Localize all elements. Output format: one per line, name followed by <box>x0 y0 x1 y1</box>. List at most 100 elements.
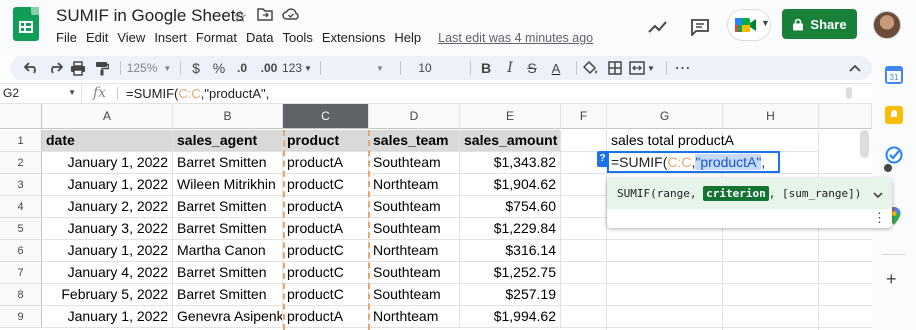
menu-help[interactable]: Help <box>394 30 426 48</box>
bold-icon[interactable]: B <box>476 56 496 80</box>
more-options-icon[interactable]: ⋯ <box>672 56 694 80</box>
sheets-logo-icon[interactable] <box>13 7 39 41</box>
merge-cells-icon[interactable]: ▼ <box>627 56 657 80</box>
table-cell[interactable]: Barret Smitten <box>173 284 283 306</box>
row-header-1[interactable]: 1 <box>0 130 42 152</box>
avatar[interactable] <box>873 11 901 39</box>
table-cell[interactable]: productC <box>283 174 369 196</box>
percent-format-button[interactable]: % <box>209 56 229 80</box>
menu-insert[interactable]: Insert <box>154 30 192 48</box>
table-cell[interactable]: productA <box>283 152 369 174</box>
table-cell[interactable]: January 1, 2022 <box>42 152 173 174</box>
table-cell[interactable]: Southteam <box>369 218 460 240</box>
zoom-select[interactable]: 125% ▼ <box>126 56 172 80</box>
menu-edit[interactable]: Edit <box>86 30 113 48</box>
column-header-h[interactable]: H <box>723 104 819 129</box>
strikethrough-icon[interactable]: S <box>522 56 542 80</box>
table-cell[interactable]: $257.19 <box>460 284 561 306</box>
table-cell[interactable]: January 2, 2022 <box>42 196 173 218</box>
row-header-3[interactable]: 3 <box>0 174 42 196</box>
formula-expand-handle[interactable] <box>846 87 852 99</box>
cell-g1[interactable]: sales total productA <box>607 130 734 152</box>
font-family-select[interactable]: ▼ <box>328 56 388 80</box>
table-cell[interactable]: Southteam <box>369 284 460 306</box>
italic-icon[interactable]: I <box>500 56 520 80</box>
text-color-icon[interactable]: A <box>545 56 567 80</box>
row-header-9[interactable]: 9 <box>0 306 42 328</box>
table-cell[interactable]: productA <box>283 196 369 218</box>
row-header-4[interactable]: 4 <box>0 196 42 218</box>
menu-data[interactable]: Data <box>246 30 278 48</box>
table-cell[interactable]: Genevra Asipenko <box>173 306 283 328</box>
function-signature[interactable]: SUMIF(range, criterion, [sum_range]) <box>607 178 892 209</box>
table-cell[interactable]: productC <box>283 262 369 284</box>
redo-icon[interactable] <box>45 56 65 80</box>
last-edit-link[interactable]: Last edit was 4 minutes ago <box>438 31 593 48</box>
header-cell-product[interactable]: product <box>283 130 369 152</box>
activity-trend-icon[interactable] <box>646 15 670 39</box>
add-addon-icon[interactable]: + <box>886 270 897 288</box>
table-cell[interactable]: $316.14 <box>460 240 561 262</box>
column-header-b[interactable]: B <box>173 104 283 129</box>
select-all-corner[interactable] <box>0 104 42 129</box>
decrease-decimal-button[interactable]: .0 <box>232 56 252 80</box>
column-header-i[interactable] <box>819 104 872 129</box>
table-cell[interactable]: Northteam <box>369 306 460 328</box>
menu-view[interactable]: View <box>117 30 150 48</box>
header-cell-sales-amount[interactable]: sales_amount <box>460 130 561 152</box>
fill-color-icon[interactable] <box>580 56 602 80</box>
star-icon[interactable]: ☆ <box>233 7 247 27</box>
table-cell[interactable]: $1,252.75 <box>460 262 561 284</box>
column-header-f[interactable]: F <box>561 104 607 129</box>
move-folder-icon[interactable] <box>257 7 273 26</box>
table-cell[interactable]: $1,343.82 <box>460 152 561 174</box>
column-header-c[interactable]: C <box>283 104 369 129</box>
paint-format-icon[interactable] <box>92 56 112 80</box>
collapse-toolbar-icon[interactable] <box>844 56 866 80</box>
table-cell[interactable]: Northteam <box>369 174 460 196</box>
cloud-status-icon[interactable] <box>282 7 300 26</box>
menu-extensions[interactable]: Extensions <box>322 30 391 48</box>
table-cell[interactable]: January 1, 2022 <box>42 174 173 196</box>
calendar-icon[interactable]: 31 <box>885 66 903 84</box>
active-cell-editor[interactable]: =SUMIF(C:C,"productA", <box>607 151 780 173</box>
table-cell[interactable]: Southteam <box>369 152 460 174</box>
close-badge-icon[interactable] <box>884 164 892 172</box>
table-cell[interactable]: February 5, 2022 <box>42 284 173 306</box>
table-cell[interactable]: productA <box>283 218 369 240</box>
table-cell[interactable]: productA <box>283 306 369 328</box>
header-cell-sales-agent[interactable]: sales_agent <box>173 130 283 152</box>
table-cell[interactable]: Wileen Mitrikhin <box>173 174 283 196</box>
table-cell[interactable]: January 1, 2022 <box>42 240 173 262</box>
table-cell[interactable]: $1,229.84 <box>460 218 561 240</box>
table-cell[interactable]: productC <box>283 284 369 306</box>
table-cell[interactable]: Southteam <box>369 262 460 284</box>
row-header-8[interactable]: 8 <box>0 284 42 306</box>
currency-format-button[interactable]: $ <box>186 56 206 80</box>
column-header-a[interactable]: A <box>42 104 173 129</box>
header-cell-sales-team[interactable]: sales_team <box>369 130 460 152</box>
more-formats-button[interactable]: 123 ▼ <box>280 56 314 80</box>
keep-notes-icon[interactable] <box>885 106 903 124</box>
undo-icon[interactable] <box>22 56 42 80</box>
row-header-6[interactable]: 6 <box>0 240 42 262</box>
table-cell[interactable]: Barret Smitten <box>173 196 283 218</box>
column-header-e[interactable]: E <box>460 104 561 129</box>
cell-h1[interactable] <box>723 130 819 152</box>
table-cell[interactable]: $1,994.62 <box>460 306 561 328</box>
menu-tools[interactable]: Tools <box>282 30 317 48</box>
table-cell[interactable]: Barret Smitten <box>173 218 283 240</box>
borders-icon[interactable] <box>604 56 626 80</box>
table-cell[interactable]: Northteam <box>369 240 460 262</box>
table-cell[interactable]: Barret Smitten <box>173 262 283 284</box>
table-cell[interactable]: January 1, 2022 <box>42 306 173 328</box>
tasks-icon[interactable] <box>885 146 903 164</box>
share-button[interactable]: Share <box>782 9 857 39</box>
table-cell[interactable]: Barret Smitten <box>173 152 283 174</box>
print-icon[interactable] <box>68 56 88 80</box>
row-header-5[interactable]: 5 <box>0 218 42 240</box>
menu-file[interactable]: File <box>56 30 82 48</box>
table-cell[interactable]: Martha Canon <box>173 240 283 262</box>
comments-icon[interactable] <box>688 15 712 39</box>
table-cell[interactable]: $754.60 <box>460 196 561 218</box>
